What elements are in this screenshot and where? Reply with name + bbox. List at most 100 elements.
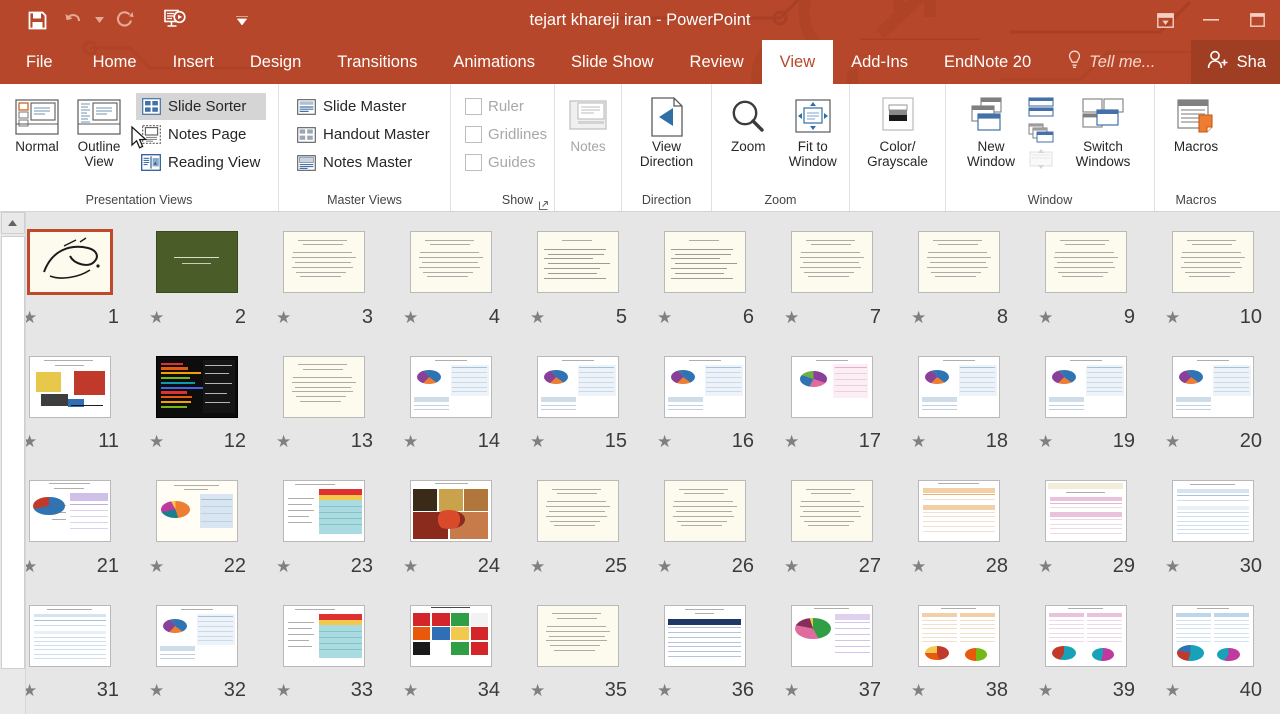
slide-animation-star-icon[interactable]: ★ (657, 682, 672, 699)
slide-thumbnail[interactable] (1045, 480, 1127, 542)
ribbon-display-options-icon[interactable] (1142, 0, 1188, 40)
slide-thumbnail-cell[interactable]: ★ 2 (133, 220, 260, 345)
slide-thumbnail-cell[interactable]: ★ 13 (260, 345, 387, 470)
outline-view-button[interactable]: Outline View (68, 91, 130, 169)
slide-animation-star-icon[interactable]: ★ (26, 558, 37, 575)
slide-thumbnail-cell[interactable]: ★ 3 (260, 220, 387, 345)
slide-thumbnail[interactable] (410, 480, 492, 542)
guides-checkbox[interactable] (465, 154, 482, 171)
tab-home[interactable]: Home (75, 40, 155, 84)
slide-animation-star-icon[interactable]: ★ (911, 309, 926, 326)
slide-thumbnail-cell[interactable]: ★ 19 (1022, 345, 1149, 470)
slide-thumbnail-cell[interactable]: ★ 18 (895, 345, 1022, 470)
slide-thumbnail-cell[interactable]: ★ 16 (641, 345, 768, 470)
slide-thumbnail[interactable] (156, 480, 238, 542)
start-presentation-icon[interactable] (158, 5, 192, 35)
slide-thumbnail[interactable] (156, 356, 238, 418)
slide-thumbnail[interactable] (29, 356, 111, 418)
slide-thumbnail[interactable] (791, 480, 873, 542)
slide-thumbnail[interactable] (410, 356, 492, 418)
slide-animation-star-icon[interactable]: ★ (149, 682, 164, 699)
slide-animation-star-icon[interactable]: ★ (1165, 682, 1180, 699)
slide-thumbnail-cell[interactable]: ★ 1 (26, 220, 133, 345)
slide-thumbnail-cell[interactable]: ★ 24 (387, 469, 514, 594)
fit-to-window-button[interactable]: Fit to Window (783, 91, 844, 169)
tab-endnote-20[interactable]: EndNote 20 (926, 40, 1049, 84)
slide-thumbnail-cell[interactable]: ★ 7 (768, 220, 895, 345)
customize-quick-access-icon[interactable] (232, 5, 252, 35)
tab-add-ins[interactable]: Add-Ins (833, 40, 926, 84)
slide-thumbnail-cell[interactable]: ★ 31 (26, 594, 133, 714)
slide-thumbnail[interactable] (1045, 356, 1127, 418)
slide-thumbnail-cell[interactable]: ★ 26 (641, 469, 768, 594)
slide-master-button[interactable]: Slide Master (291, 93, 436, 120)
slide-thumbnail[interactable] (1172, 356, 1254, 418)
slide-thumbnail-cell[interactable]: ★ 27 (768, 469, 895, 594)
slide-animation-star-icon[interactable]: ★ (149, 309, 164, 326)
scrollbar-track[interactable] (1, 234, 25, 714)
slide-animation-star-icon[interactable]: ★ (1165, 433, 1180, 450)
view-direction-button[interactable]: View Direction (630, 91, 704, 169)
slide-animation-star-icon[interactable]: ★ (276, 558, 291, 575)
guides-checkbox-row[interactable]: Guides (461, 149, 553, 176)
slide-thumbnail-cell[interactable]: ★ 8 (895, 220, 1022, 345)
slide-animation-star-icon[interactable]: ★ (1165, 309, 1180, 326)
undo-icon[interactable] (56, 5, 90, 35)
slide-thumbnail[interactable] (791, 605, 873, 667)
slide-thumbnail-cell[interactable]: ★ 40 (1149, 594, 1276, 714)
slide-thumbnail[interactable] (537, 480, 619, 542)
slide-animation-star-icon[interactable]: ★ (657, 309, 672, 326)
slide-thumbnail[interactable] (29, 605, 111, 667)
tab-slide-show[interactable]: Slide Show (553, 40, 672, 84)
redo-icon[interactable] (108, 5, 142, 35)
slide-animation-star-icon[interactable]: ★ (530, 558, 545, 575)
slide-thumbnail[interactable] (410, 231, 492, 293)
scroll-up-arrow-icon[interactable] (1, 212, 25, 234)
slide-sorter-button[interactable]: Slide Sorter (136, 93, 266, 120)
slide-animation-star-icon[interactable]: ★ (784, 558, 799, 575)
tab-transitions[interactable]: Transitions (319, 40, 435, 84)
slide-thumbnail-cell[interactable]: ★ 23 (260, 469, 387, 594)
reading-view-button[interactable]: Reading View (136, 149, 266, 176)
slide-thumbnail[interactable] (537, 605, 619, 667)
slide-thumbnail[interactable] (918, 605, 1000, 667)
tab-view[interactable]: View (762, 40, 833, 84)
slide-thumbnail[interactable] (791, 231, 873, 293)
gridlines-checkbox[interactable] (465, 126, 482, 143)
slide-thumbnail-cell[interactable]: ★ 34 (387, 594, 514, 714)
save-icon[interactable] (20, 5, 54, 35)
slide-thumbnail[interactable] (664, 231, 746, 293)
slide-animation-star-icon[interactable]: ★ (1038, 433, 1053, 450)
minimize-icon[interactable] (1188, 0, 1234, 40)
slide-thumbnail-cell[interactable]: ★ 30 (1149, 469, 1276, 594)
slide-animation-star-icon[interactable]: ★ (911, 558, 926, 575)
tab-design[interactable]: Design (232, 40, 319, 84)
slide-thumbnail[interactable] (1045, 231, 1127, 293)
slide-animation-star-icon[interactable]: ★ (276, 433, 291, 450)
slide-thumbnail[interactable] (537, 356, 619, 418)
slide-thumbnail[interactable] (283, 605, 365, 667)
slide-thumbnail-cell[interactable]: ★ 33 (260, 594, 387, 714)
slide-animation-star-icon[interactable]: ★ (1165, 558, 1180, 575)
slide-thumbnail-cell[interactable]: ★ 4 (387, 220, 514, 345)
normal-view-button[interactable]: Normal (6, 91, 68, 154)
slide-thumbnail-cell[interactable]: ★ 29 (1022, 469, 1149, 594)
tell-me-box[interactable]: Tell me... (1049, 40, 1169, 84)
slide-thumbnail[interactable] (1172, 231, 1254, 293)
slide-thumbnail[interactable] (664, 356, 746, 418)
undo-dropdown-icon[interactable] (92, 5, 106, 35)
slide-thumbnail-cell[interactable]: ★ 10 (1149, 220, 1276, 345)
slide-thumbnail[interactable] (283, 231, 365, 293)
slide-thumbnail-cell[interactable]: ★ 38 (895, 594, 1022, 714)
scrollbar-thumb[interactable] (1, 236, 25, 669)
slide-thumbnail[interactable] (791, 356, 873, 418)
slide-thumbnail-cell[interactable]: ★ 20 (1149, 345, 1276, 470)
slide-thumbnail-cell[interactable]: ★ 9 (1022, 220, 1149, 345)
slide-animation-star-icon[interactable]: ★ (1038, 682, 1053, 699)
slide-animation-star-icon[interactable]: ★ (403, 682, 418, 699)
restore-icon[interactable] (1234, 0, 1280, 40)
switch-windows-button[interactable]: Switch Windows (1066, 91, 1140, 169)
vertical-scrollbar[interactable] (0, 212, 26, 714)
slide-thumbnail[interactable] (156, 605, 238, 667)
tab-insert[interactable]: Insert (155, 40, 232, 84)
